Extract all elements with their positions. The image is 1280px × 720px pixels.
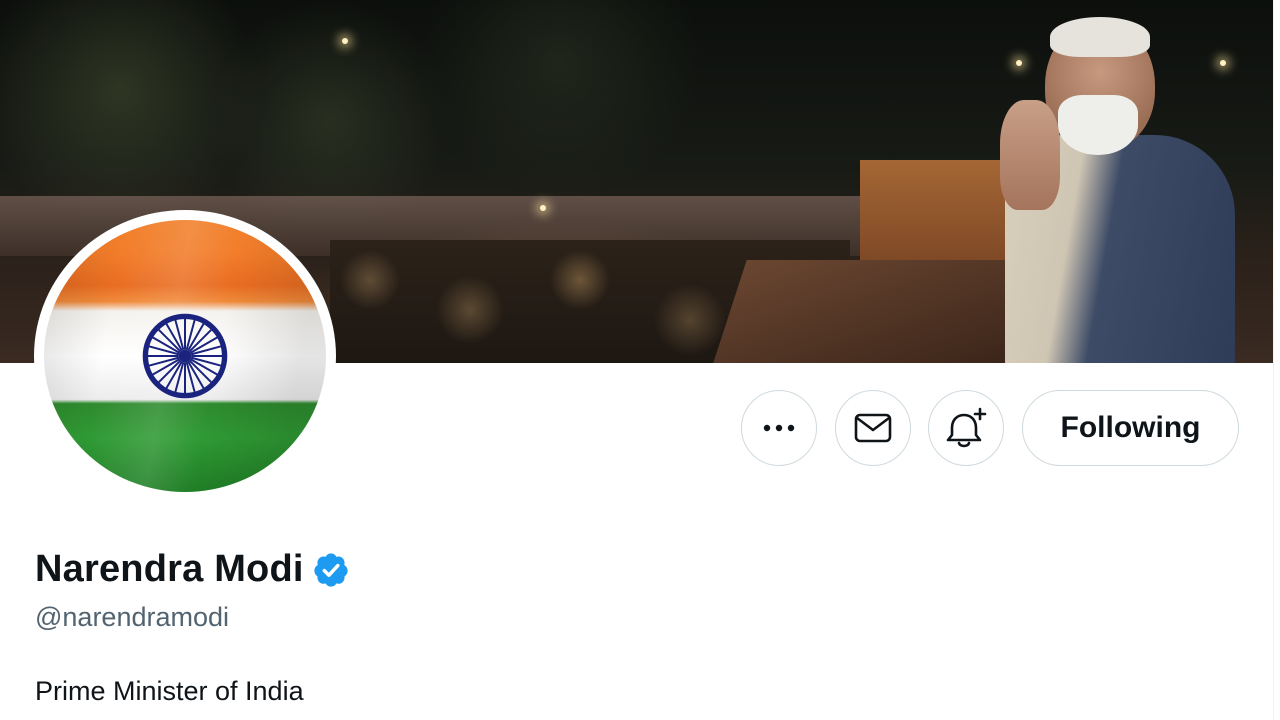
following-label: Following (1060, 411, 1201, 444)
scrollbar-track[interactable] (1273, 0, 1280, 720)
profile-page: Following Narendra Modi @narendramodi Pr… (0, 0, 1280, 720)
banner-person (1000, 15, 1240, 363)
more-options-button[interactable] (741, 390, 817, 466)
banner-stage (713, 260, 1047, 363)
notifications-button[interactable] (928, 390, 1004, 466)
more-dots-icon (763, 424, 795, 432)
profile-avatar[interactable] (34, 210, 336, 502)
profile-name: Narendra Modi (35, 548, 304, 590)
following-button[interactable]: Following (1022, 390, 1239, 466)
profile-name-row: Narendra Modi (35, 548, 350, 591)
profile-bio: Prime Minister of India (35, 676, 304, 706)
avatar-flag-image (44, 220, 326, 492)
bell-plus-icon (946, 407, 987, 448)
envelope-icon (854, 413, 892, 443)
ashoka-chakra-icon (142, 313, 228, 399)
profile-handle: @narendramodi (35, 602, 230, 632)
verified-badge-icon (314, 552, 348, 587)
message-button[interactable] (835, 390, 911, 466)
banner-light (342, 38, 348, 44)
banner-light (540, 205, 546, 211)
